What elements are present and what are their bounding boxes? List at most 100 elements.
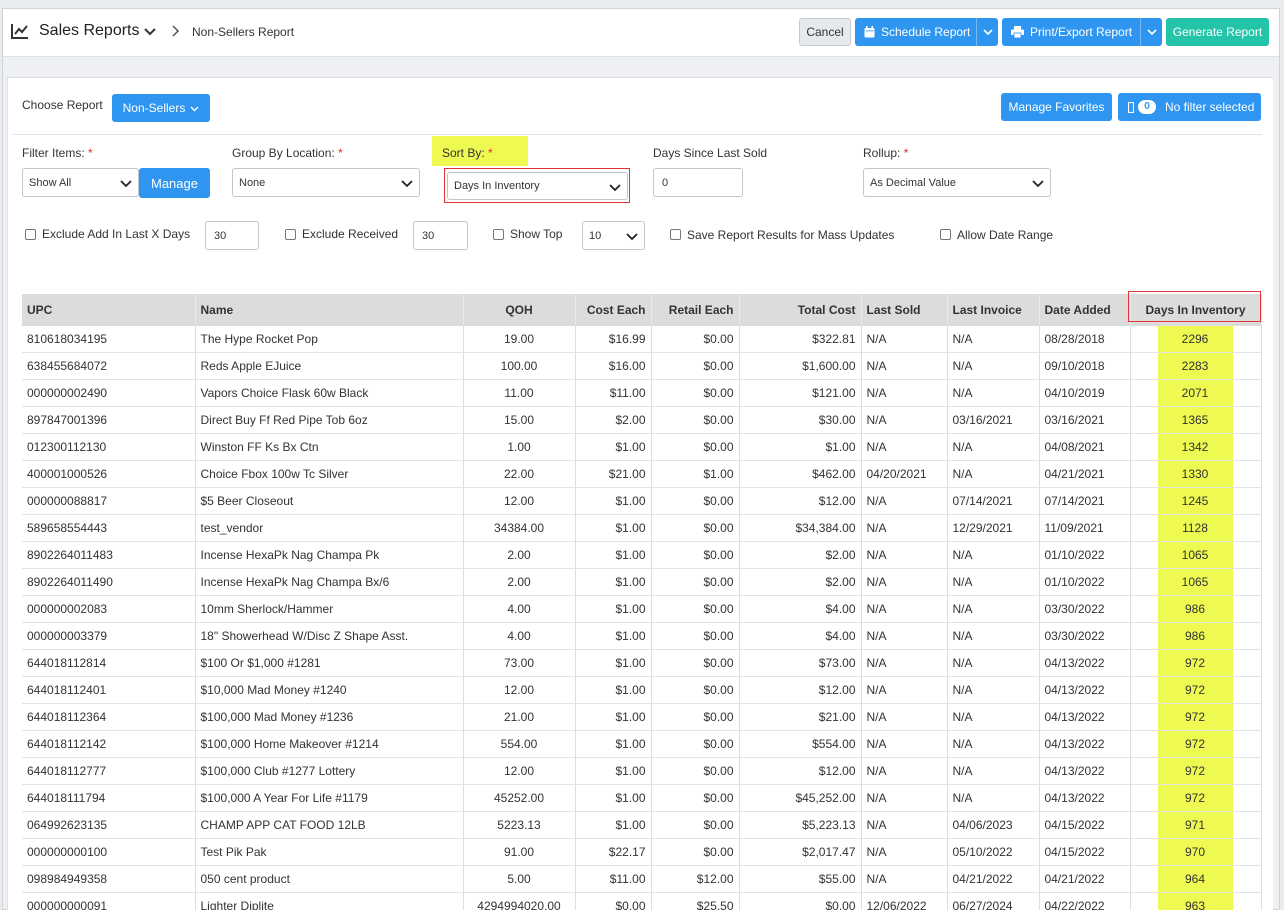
allow-date-range-checkbox[interactable]	[940, 229, 951, 240]
exclude-add-days-input[interactable]: 30	[205, 221, 259, 250]
choose-report-label: Choose Report	[22, 98, 103, 112]
cell-last-sold: N/A	[861, 730, 948, 759]
group-by-select[interactable]: None	[232, 168, 420, 197]
column-header-total-cost[interactable]: Total Cost	[739, 294, 862, 326]
save-results-checkbox[interactable]	[670, 229, 681, 240]
table-row[interactable]: 000000000091 Lighter Diplite 4294994020.00…	[22, 892, 1262, 910]
manage-filter-button[interactable]: Manage	[139, 168, 210, 198]
cell-total-cost: $12.00	[739, 676, 862, 705]
print-export-button[interactable]: Print/Export Report	[1002, 18, 1162, 46]
cancel-button[interactable]: Cancel	[799, 18, 851, 46]
cell-qoh: 45252.00	[463, 784, 576, 813]
show-top-checkbox[interactable]	[493, 229, 504, 240]
table-row[interactable]: 064992623135 CHAMP APP CAT FOOD 12LB 5223.…	[22, 811, 1262, 840]
column-header-last-sold[interactable]: Last Sold	[861, 294, 948, 326]
table-row[interactable]: 644018112777 $100,000 Club #1277 Lottery 1…	[22, 757, 1262, 786]
days-in-inventory-value: 970	[1157, 839, 1233, 865]
cell-name: Vapors Choice Flask 60w Black	[195, 379, 464, 408]
table-row[interactable]: 400001000526 Choice Fbox 100w Tc Silver 22…	[22, 460, 1262, 489]
cell-cost-each: $16.99	[575, 326, 652, 354]
filter-status-button[interactable]: 0 No filter selected	[1118, 93, 1261, 121]
cell-total-cost: $5,223.13	[739, 811, 862, 840]
schedule-report-button[interactable]: Schedule Report	[855, 18, 998, 46]
exclude-add-checkbox[interactable]	[25, 229, 36, 240]
days-in-inventory-value: 972	[1157, 758, 1233, 784]
cell-upc: 638455684072	[22, 352, 196, 381]
cell-upc: 644018112814	[22, 649, 196, 678]
manage-favorites-button[interactable]: Manage Favorites	[1001, 93, 1112, 121]
days-in-inventory-value: 1342	[1157, 434, 1233, 460]
cell-qoh: 2.00	[463, 541, 576, 570]
column-header-qoh[interactable]: QOH	[463, 294, 576, 326]
filter-items-label: Filter Items: *	[22, 146, 93, 160]
cell-last-sold: N/A	[861, 352, 948, 381]
show-top-select[interactable]: 10	[582, 221, 645, 250]
column-header-date-added[interactable]: Date Added	[1039, 294, 1131, 326]
cell-days-in-inventory: 1365	[1130, 406, 1262, 435]
rollup-select[interactable]: As Decimal Value	[863, 168, 1051, 197]
cell-total-cost: $34,384.00	[739, 514, 862, 543]
cell-retail-each: $0.00	[651, 811, 740, 840]
table-row[interactable]: 000000088817 $5 Beer Closeout 12.00 $1.00 $0…	[22, 487, 1262, 516]
cell-last-sold: N/A	[861, 514, 948, 543]
schedule-dropdown-toggle[interactable]	[976, 18, 998, 46]
report-selector-button[interactable]: Non-Sellers	[112, 94, 210, 122]
cell-date-added: 04/21/2022	[1039, 865, 1131, 894]
cell-retail-each: $0.00	[651, 406, 740, 435]
cell-upc: 000000002083	[22, 595, 196, 624]
table-row[interactable]: 810618034195 The Hype Rocket Pop 19.00 $16.…	[22, 326, 1262, 354]
cell-last-invoice: 07/14/2021	[947, 487, 1040, 516]
cell-days-in-inventory: 1065	[1130, 541, 1262, 570]
column-header-cost-each[interactable]: Cost Each	[575, 294, 652, 326]
cell-retail-each: $0.00	[651, 622, 740, 651]
table-row[interactable]: 589658554443 test_vendor 34384.00 $1.00 $0.0…	[22, 514, 1262, 543]
rollup-label: Rollup: *	[863, 146, 909, 160]
cell-qoh: 5.00	[463, 865, 576, 894]
table-row[interactable]: 644018112814 $100 Or $1,000 #1281 73.00 $1.…	[22, 649, 1262, 678]
cell-retail-each: $0.00	[651, 487, 740, 516]
days-in-inventory-value: 972	[1157, 650, 1233, 676]
chevron-down-icon	[190, 106, 199, 111]
cell-cost-each: $1.00	[575, 784, 652, 813]
table-row[interactable]: 644018111794 $100,000 A Year For Life #11…	[22, 784, 1262, 813]
table-row[interactable]: 8902264011483 Incense HexaPk Nag Champa P…	[22, 541, 1262, 570]
cell-qoh: 4294994020.00	[463, 892, 576, 910]
group-by-value: None	[239, 176, 266, 189]
cell-days-in-inventory: 964	[1130, 865, 1262, 894]
cell-date-added: 04/10/2019	[1039, 379, 1131, 408]
bookmark-icon	[1128, 102, 1134, 113]
cell-last-sold: N/A	[861, 406, 948, 435]
column-header-name[interactable]: Name	[195, 294, 464, 326]
printer-icon	[1011, 26, 1024, 38]
exclude-received-days-input[interactable]: 30	[413, 221, 468, 250]
table-row[interactable]: 000000002083 10mm Sherlock/Hammer 4.00 $1.0…	[22, 595, 1262, 624]
table-row[interactable]: 644018112142 $100,000 Home Makeover #1214…	[22, 730, 1262, 759]
column-header-retail-each[interactable]: Retail Each	[651, 294, 740, 326]
table-row[interactable]: 000000003379 18" Showerhead W/Disc Z Shap…	[22, 622, 1262, 651]
table-row[interactable]: 098984949358 050 cent product 5.00 $11.00 $1…	[22, 865, 1262, 894]
table-row[interactable]: 644018112401 $10,000 Mad Money #1240 12.00…	[22, 676, 1262, 705]
table-row[interactable]: 000000000100 Test Pik Pak 91.00 $22.17 $0.00…	[22, 838, 1262, 867]
generate-report-button[interactable]: Generate Report	[1166, 18, 1269, 46]
table-row[interactable]: 897847001396 Direct Buy Ff Red Pipe Tob 6…	[22, 406, 1262, 435]
cell-last-sold: N/A	[861, 865, 948, 894]
table-row[interactable]: 8902264011490 Incense HexaPk Nag Champa B…	[22, 568, 1262, 597]
column-header-last-invoice[interactable]: Last Invoice	[947, 294, 1040, 326]
days-since-input[interactable]: 0	[653, 168, 743, 197]
cell-days-in-inventory: 963	[1130, 892, 1262, 910]
table-row[interactable]: 638455684072 Reds Apple EJuice 100.00 $16.0…	[22, 352, 1262, 381]
cell-upc: 000000000100	[22, 838, 196, 867]
cell-total-cost: $12.00	[739, 757, 862, 786]
table-row[interactable]: 644018112364 $100,000 Mad Money #1236 21.0…	[22, 703, 1262, 732]
chevron-down-icon[interactable]	[143, 25, 157, 39]
print-dropdown-toggle[interactable]	[1140, 18, 1162, 46]
sort-by-select[interactable]: Days In Inventory	[447, 172, 628, 200]
column-header-upc[interactable]: UPC	[22, 294, 196, 326]
table-row[interactable]: 000000002490 Vapors Choice Flask 60w Blac…	[22, 379, 1262, 408]
cell-retail-each: $0.00	[651, 784, 740, 813]
exclude-received-checkbox[interactable]	[285, 229, 296, 240]
table-row[interactable]: 012300112130 Winston FF Ks Bx Ctn 1.00 $1.0…	[22, 433, 1262, 462]
cell-last-invoice: 03/16/2021	[947, 406, 1040, 435]
filter-items-select[interactable]: Show All	[22, 168, 139, 197]
days-in-inventory-value: 1065	[1157, 542, 1233, 568]
